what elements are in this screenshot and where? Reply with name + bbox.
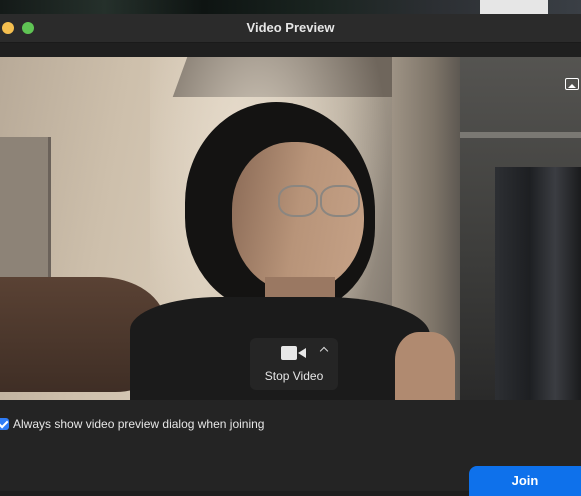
desktop-background bbox=[0, 0, 581, 14]
closet-shelf bbox=[460, 132, 581, 138]
hanging-clothes bbox=[495, 167, 581, 400]
always-show-preview-checkbox[interactable] bbox=[0, 418, 9, 430]
title-bar: Video Preview bbox=[0, 14, 581, 43]
person-face bbox=[232, 142, 364, 292]
always-show-preview-option[interactable]: Always show video preview dialog when jo… bbox=[0, 414, 264, 434]
join-button[interactable]: Join bbox=[469, 466, 581, 496]
chevron-up-icon[interactable] bbox=[319, 346, 329, 356]
person-right-arm bbox=[395, 332, 455, 400]
glasses-right-lens bbox=[320, 185, 360, 217]
video-preview-window: Video Preview Stop Video Always show vid… bbox=[0, 14, 581, 496]
glasses-left-lens bbox=[278, 185, 318, 217]
always-show-preview-label: Always show video preview dialog when jo… bbox=[13, 417, 265, 431]
photo-icon[interactable] bbox=[565, 78, 579, 90]
stop-video-label: Stop Video bbox=[264, 369, 324, 383]
video-camera-icon bbox=[281, 346, 307, 360]
desktop-window-thumbnail bbox=[480, 0, 548, 14]
stop-video-button[interactable]: Stop Video bbox=[250, 338, 338, 390]
window-title: Video Preview bbox=[246, 20, 335, 35]
title-spacer bbox=[0, 43, 581, 57]
